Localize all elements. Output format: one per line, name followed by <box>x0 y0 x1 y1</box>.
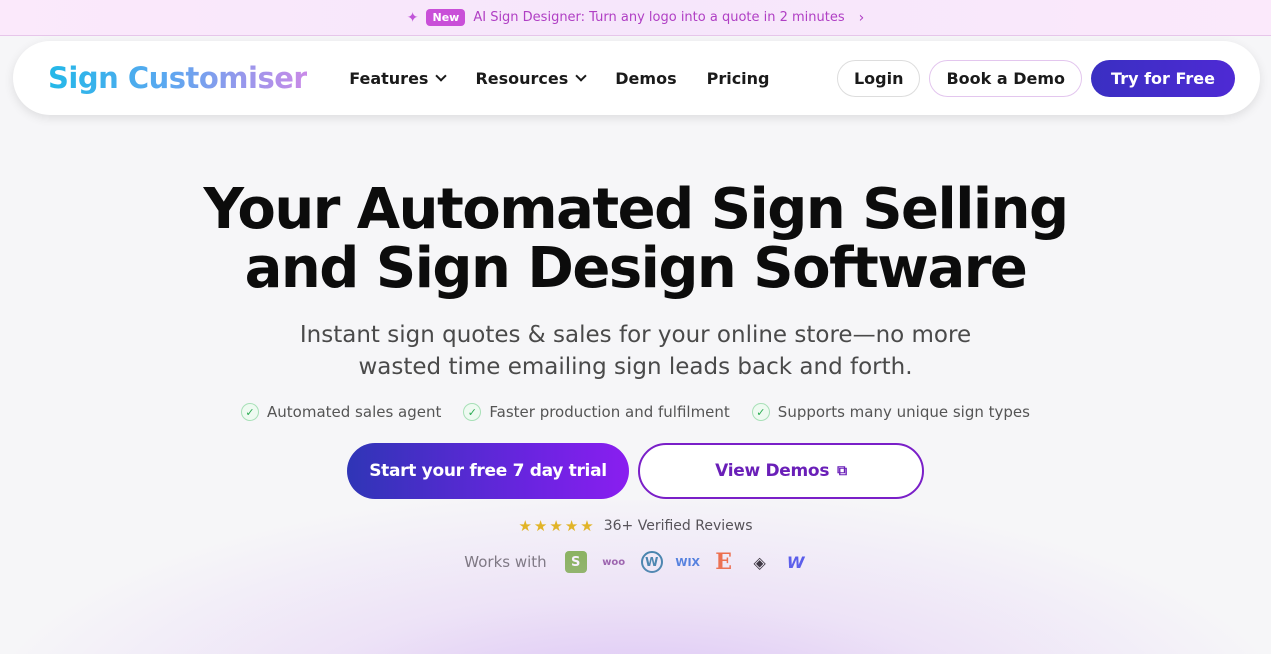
hero-title: Your Automated Sign Selling and Sign Des… <box>0 180 1271 298</box>
feature-check-item: ✓ Automated sales agent <box>241 403 441 421</box>
woocommerce-icon: woo <box>602 556 626 568</box>
nav-actions: Login Book a Demo Try for Free <box>836 59 1235 97</box>
view-demos-button[interactable]: View Demos ⧉ <box>638 443 924 499</box>
etsy-icon: E <box>715 549 733 575</box>
check-icon: ✓ <box>463 403 482 421</box>
view-demos-label: View Demos <box>715 461 830 481</box>
feature-checklist: ✓ Automated sales agent ✓ Faster product… <box>0 403 1271 421</box>
nav-item-pricing[interactable]: Pricing <box>707 69 770 88</box>
feature-check-label: Automated sales agent <box>267 403 442 421</box>
start-trial-button[interactable]: Start your free 7 day trial <box>347 443 629 499</box>
sparkle-icon: ✦ <box>406 9 419 26</box>
chevron-down-icon <box>435 70 448 82</box>
book-demo-button[interactable]: Book a Demo <box>929 59 1083 97</box>
new-badge: New <box>426 9 466 26</box>
hero-title-line1: Your Automated Sign Selling <box>203 177 1069 242</box>
nav-item-label: Features <box>349 68 429 88</box>
works-with-row: Works with S woo W WIX E ◈ W <box>0 549 1271 575</box>
feature-check-label: Supports many unique sign types <box>777 403 1030 421</box>
nav-item-label: Resources <box>475 68 569 88</box>
hero-title-line2: and Sign Design Software <box>244 236 1028 301</box>
works-with-label: Works with <box>464 553 547 571</box>
cta-group: Start your free 7 day trial View Demos ⧉ <box>0 443 1271 499</box>
chevron-right-icon: › <box>858 9 865 26</box>
feature-check-item: ✓ Faster production and fulfilment <box>463 403 730 421</box>
try-free-button[interactable]: Try for Free <box>1091 59 1235 97</box>
feature-check-label: Faster production and fulfilment <box>489 403 730 421</box>
nav-item-label: Pricing <box>706 68 770 88</box>
hero-subtitle: Instant sign quotes & sales for your onl… <box>299 322 972 380</box>
logo[interactable]: Sign Customiser <box>48 61 308 95</box>
nav-item-features[interactable]: Features <box>349 68 448 88</box>
reviews-row[interactable]: ★★★★★ 36+ Verified Reviews <box>0 517 1271 535</box>
check-icon: ✓ <box>751 403 770 421</box>
nav-menu: Features Resources Demos Pricing <box>349 69 769 88</box>
wix-icon: WIX <box>675 555 701 569</box>
hero-section: Your Automated Sign Selling and Sign Des… <box>0 180 1271 575</box>
login-button[interactable]: Login <box>836 59 921 97</box>
nav-item-label: Demos <box>615 68 677 88</box>
reviews-count: 36+ Verified Reviews <box>603 518 753 534</box>
webflow-icon: W <box>786 552 805 572</box>
nav-item-demos[interactable]: Demos <box>615 69 676 88</box>
feature-check-item: ✓ Supports many unique sign types <box>751 403 1030 421</box>
shopify-icon: S <box>564 551 587 573</box>
wordpress-icon: W <box>640 551 663 573</box>
check-icon: ✓ <box>241 403 260 421</box>
squarespace-icon: ◈ <box>753 552 766 572</box>
main-navbar: Sign Customiser Features Resources Demos… <box>13 41 1260 115</box>
nav-item-resources[interactable]: Resources <box>475 68 587 88</box>
announcement-text[interactable]: AI Sign Designer: Turn any logo into a q… <box>473 10 844 25</box>
announcement-bar[interactable]: ✦ New AI Sign Designer: Turn any logo in… <box>0 0 1271 36</box>
star-rating-icon: ★★★★★ <box>518 517 596 535</box>
external-link-icon: ⧉ <box>837 463 847 479</box>
chevron-down-icon <box>575 70 587 82</box>
